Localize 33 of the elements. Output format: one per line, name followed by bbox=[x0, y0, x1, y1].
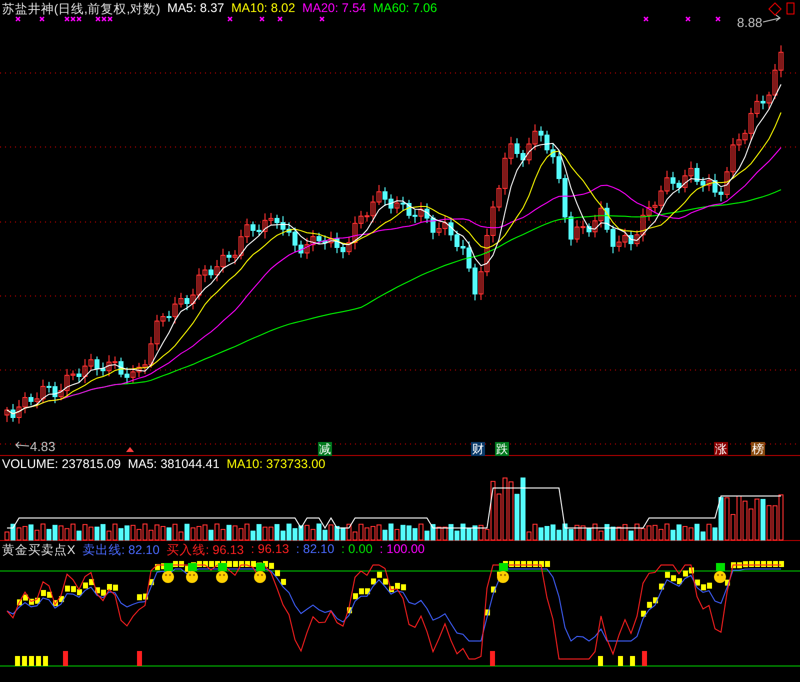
chart-title: 苏盐井神(日线,前复权,对数) bbox=[2, 1, 160, 18]
indicator-reading: : 96.13 bbox=[250, 542, 290, 558]
volume-reading: MA10: 373733.00 bbox=[226, 457, 326, 471]
volume-reading: MA5: 381044.41 bbox=[128, 457, 220, 471]
smiley-signal-icon bbox=[216, 563, 228, 583]
ma-reading: MA10: 8.02 bbox=[231, 1, 296, 17]
event-tag: 财 bbox=[471, 442, 485, 456]
event-tag: 减 bbox=[318, 442, 332, 456]
smiley-signal-icon bbox=[497, 563, 509, 583]
high-price-label: 8.88 bbox=[737, 15, 762, 30]
indicator-reading: : 100.00 bbox=[380, 542, 425, 558]
triangle-icon bbox=[126, 447, 134, 452]
indicator-title: 黄金买卖点X bbox=[2, 542, 76, 559]
event-tag: 跌 bbox=[495, 442, 509, 456]
indicator-reading: 卖出线: 82.10 bbox=[82, 542, 160, 559]
ma-reading: MA20: 7.54 bbox=[302, 1, 366, 17]
leader-line bbox=[762, 14, 781, 22]
ma-reading: MA5: 8.37 bbox=[167, 1, 224, 17]
low-price-label: 4.83 bbox=[30, 439, 56, 454]
smiley-signal-icon bbox=[254, 563, 266, 583]
smiley-signal-icon bbox=[162, 563, 174, 583]
leader-line bbox=[15, 442, 30, 448]
rectangle-icon[interactable] bbox=[786, 2, 796, 16]
diamond-icon[interactable] bbox=[768, 2, 782, 16]
ma-reading: MA60: 7.06 bbox=[373, 1, 438, 17]
indicator-reading: : 82.10 bbox=[296, 542, 334, 558]
event-tag: 榜 bbox=[751, 442, 765, 456]
indicator-reading: : 0.00 bbox=[341, 542, 373, 558]
smiley-signal-icon bbox=[714, 563, 726, 583]
smiley-signal-icon bbox=[186, 563, 198, 583]
event-tag: 涨 bbox=[714, 442, 728, 456]
volume-reading: VOLUME: 237815.09 bbox=[2, 457, 121, 471]
indicator-reading: 买入线: 96.13 bbox=[166, 542, 244, 559]
